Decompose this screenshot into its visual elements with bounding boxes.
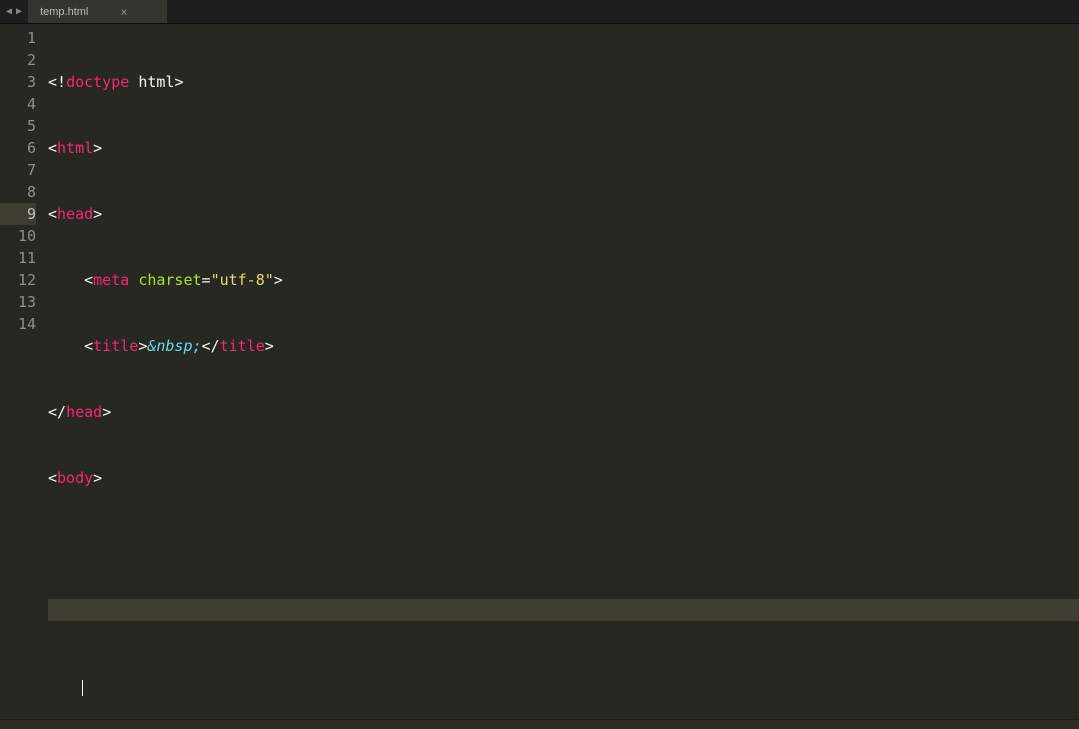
close-icon[interactable]: × — [118, 5, 129, 19]
line-number-gutter: 1 2 3 4 5 6 7 8 9 10 11 12 13 14 — [0, 27, 48, 719]
line-number: 1 — [0, 27, 36, 49]
code-line: </head> — [48, 401, 1079, 423]
editor-area[interactable]: 1 2 3 4 5 6 7 8 9 10 11 12 13 14 <!docty… — [0, 24, 1079, 719]
line-number: 5 — [0, 115, 36, 137]
line-number: 7 — [0, 159, 36, 181]
code-line — [48, 599, 1079, 621]
tab-label: temp.html — [40, 6, 88, 18]
nav-forward-icon[interactable]: ▶ — [16, 6, 22, 17]
nav-back-icon[interactable]: ◀ — [6, 6, 12, 17]
code-line — [48, 533, 1079, 555]
code-line — [48, 665, 1079, 687]
line-number: 2 — [0, 49, 36, 71]
horizontal-scrollbar[interactable] — [0, 719, 1079, 729]
tab-temp-html[interactable]: temp.html × — [28, 0, 168, 23]
tab-nav: ◀ ▶ — [0, 0, 28, 23]
line-number: 13 — [0, 291, 36, 313]
code-line: <html> — [48, 137, 1079, 159]
code-line: <meta charset="utf-8"> — [48, 269, 1079, 291]
tab-bar: ◀ ▶ temp.html × — [0, 0, 1079, 24]
line-number: 12 — [0, 269, 36, 291]
code-content[interactable]: <!doctype html> <html> <head> <meta char… — [48, 27, 1079, 719]
line-number: 14 — [0, 313, 36, 335]
line-number: 9 — [0, 203, 36, 225]
line-number: 11 — [0, 247, 36, 269]
line-number: 4 — [0, 93, 36, 115]
line-number: 8 — [0, 181, 36, 203]
line-number: 10 — [0, 225, 36, 247]
code-line: <!doctype html> — [48, 71, 1079, 93]
code-line: <body> — [48, 467, 1079, 489]
line-number: 3 — [0, 71, 36, 93]
code-line: <title>&nbsp;</title> — [48, 335, 1079, 357]
code-line: <head> — [48, 203, 1079, 225]
line-number: 6 — [0, 137, 36, 159]
